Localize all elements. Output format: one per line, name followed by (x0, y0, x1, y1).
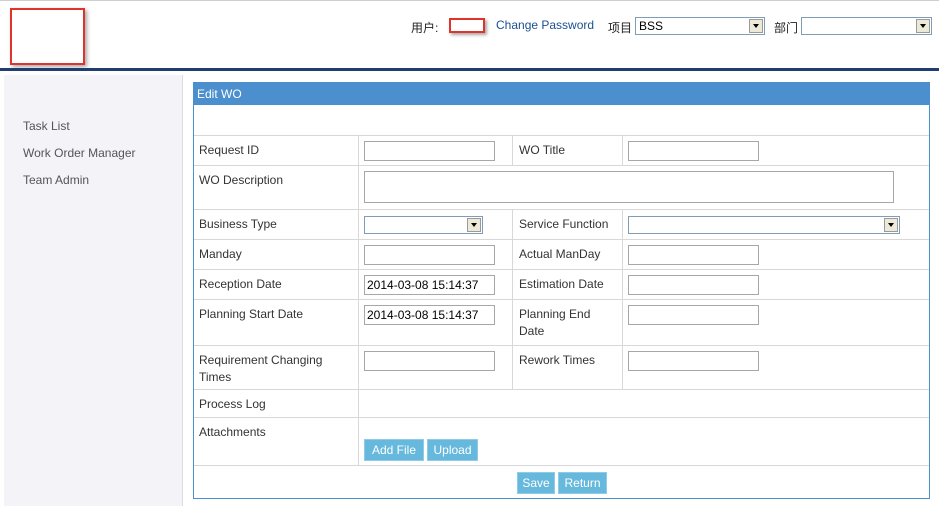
upload-button[interactable]: Upload (427, 439, 478, 461)
cell-divider (512, 300, 513, 346)
planning-start-label: Planning Start Date (199, 307, 304, 321)
wo-description-textarea[interactable] (364, 171, 894, 203)
project-label: 项目 (608, 21, 633, 35)
service-function-label: Service Function (519, 217, 609, 231)
cell-divider (358, 390, 359, 418)
cell-divider (512, 346, 513, 390)
manday-label: Manday (199, 247, 242, 261)
cell-divider (512, 270, 513, 300)
cell-divider (358, 240, 359, 270)
header-divider (0, 68, 939, 71)
planning-start-input[interactable]: 2014-03-08 15:14:37 (364, 305, 495, 325)
form-row-manday: Manday Actual ManDay (194, 239, 929, 270)
cell-divider (512, 210, 513, 240)
requirement-changing-input[interactable] (364, 351, 495, 371)
wo-title-label: WO Title (519, 143, 566, 157)
user-name-box (449, 18, 485, 33)
rework-times-label: Rework Times (519, 353, 596, 367)
cell-divider (358, 270, 359, 300)
return-button[interactable]: Return (558, 472, 607, 494)
department-label: 部门 (774, 21, 799, 35)
project-select-value: BSS (639, 19, 664, 33)
form-row-request-id: Request ID WO Title (194, 135, 929, 166)
cell-divider (358, 418, 359, 466)
manday-input[interactable] (364, 245, 495, 265)
edit-wo-panel: Edit WO Request ID WO Title WO Descripti… (193, 82, 930, 499)
sidebar-item-team-admin[interactable]: Team Admin (23, 173, 89, 187)
cell-divider (622, 240, 623, 270)
form-row-business-type: Business Type Service Function (194, 209, 929, 240)
department-select[interactable] (801, 17, 932, 35)
chevron-down-icon (749, 19, 763, 33)
request-id-input[interactable] (364, 141, 495, 161)
business-type-label: Business Type (199, 217, 277, 231)
form-row-requirement-changing: Requirement Changing Times Rework Times (194, 345, 929, 390)
form-footer: Save Return (194, 465, 929, 498)
add-file-button[interactable]: Add File (364, 439, 424, 461)
service-function-select[interactable] (628, 216, 900, 234)
cell-divider (358, 300, 359, 346)
cell-divider (358, 346, 359, 390)
process-log-label: Process Log (199, 397, 266, 411)
planning-end-label: Planning End Date (519, 307, 591, 338)
cell-divider (512, 136, 513, 166)
actual-manday-input[interactable] (628, 245, 759, 265)
panel-title: Edit WO (194, 83, 929, 105)
form-row-attachments: Attachments Add File Upload (194, 417, 929, 466)
logo-placeholder (10, 8, 85, 65)
attachments-label: Attachments (199, 425, 266, 439)
cell-divider (358, 210, 359, 240)
change-password-link[interactable]: Change Password (496, 18, 594, 32)
cell-divider (512, 240, 513, 270)
chevron-down-icon (467, 218, 481, 232)
save-button[interactable]: Save (517, 472, 555, 494)
planning-end-input[interactable] (628, 305, 759, 325)
app-header: 用户: Change Password 项目 BSS 部门 (0, 0, 939, 69)
cell-divider (622, 300, 623, 346)
sidebar: Task List Work Order Manager Team Admin (4, 75, 183, 506)
cell-divider (622, 210, 623, 240)
rework-times-input[interactable] (628, 351, 759, 371)
cell-divider (622, 346, 623, 390)
form-row-wo-description: WO Description (194, 165, 929, 210)
estimation-date-input[interactable] (628, 275, 759, 295)
sidebar-item-work-order-manager[interactable]: Work Order Manager (23, 146, 135, 160)
sidebar-item-task-list[interactable]: Task List (23, 119, 70, 133)
project-select[interactable]: BSS (635, 17, 765, 35)
cell-divider (358, 136, 359, 166)
wo-description-label: WO Description (199, 173, 284, 187)
reception-date-input[interactable]: 2014-03-08 15:14:37 (364, 275, 495, 295)
requirement-changing-label: Requirement Changing Times (199, 353, 323, 384)
chevron-down-icon (884, 218, 898, 232)
form-row-process-log: Process Log (194, 389, 929, 418)
form-row-planning-dates: Planning Start Date 2014-03-08 15:14:37 … (194, 299, 929, 346)
business-type-select[interactable] (364, 216, 483, 234)
estimation-date-label: Estimation Date (519, 277, 604, 291)
actual-manday-label: Actual ManDay (519, 247, 601, 261)
wo-title-input[interactable] (628, 141, 759, 161)
form-row-reception-date: Reception Date 2014-03-08 15:14:37 Estim… (194, 269, 929, 300)
reception-date-label: Reception Date (199, 277, 282, 291)
cell-divider (358, 166, 359, 210)
cell-divider (622, 136, 623, 166)
user-label: 用户: (411, 21, 439, 35)
cell-divider (622, 270, 623, 300)
chevron-down-icon (916, 19, 930, 33)
request-id-label: Request ID (199, 143, 260, 157)
